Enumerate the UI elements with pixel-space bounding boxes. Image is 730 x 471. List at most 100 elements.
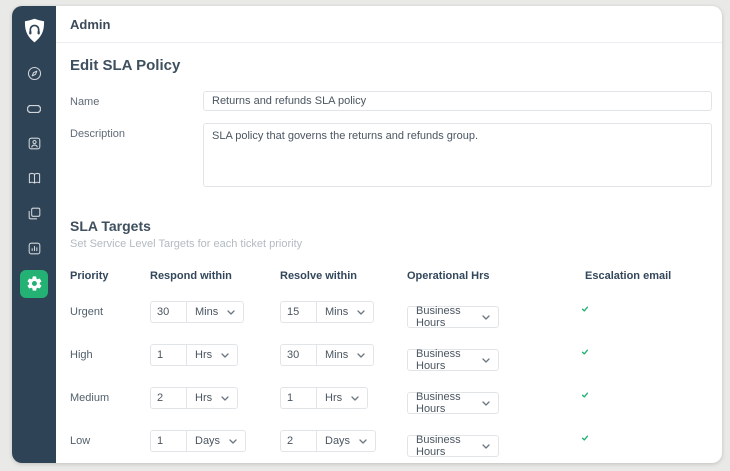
priority-label: Medium [70, 387, 150, 409]
respond-value-input[interactable] [150, 387, 186, 409]
sidebar-item-channels[interactable] [12, 196, 56, 231]
resolve-within-cell: Mins [280, 344, 407, 366]
resolve-unit-select[interactable]: Mins [316, 344, 374, 366]
operational-hours-value: Business Hours [416, 434, 482, 458]
priority-label: Urgent [70, 301, 150, 323]
toggle-knob [579, 303, 591, 315]
respond-unit-value: Mins [195, 306, 218, 318]
column-header-priority: Priority [70, 270, 150, 282]
respond-unit-select[interactable]: Hrs [186, 344, 238, 366]
sidebar-item-solutions[interactable] [12, 161, 56, 196]
sidebar-item-admin[interactable] [12, 266, 56, 301]
operational-hours-cell: Business Hours [407, 430, 585, 457]
respond-unit-select[interactable]: Mins [186, 301, 244, 323]
operational-hours-value: Business Hours [416, 305, 482, 329]
contacts-icon [20, 130, 48, 158]
operational-hours-cell: Business Hours [407, 387, 585, 414]
sla-targets-title: SLA Targets [70, 218, 712, 235]
chevron-down-icon [229, 439, 237, 444]
toggle-knob [579, 346, 591, 358]
respond-unit-value: Days [195, 435, 220, 447]
content-area: Admin Edit SLA Policy Name Description S… [56, 6, 722, 463]
resolve-unit-select[interactable]: Hrs [316, 387, 368, 409]
resolve-unit-select[interactable]: Days [316, 430, 376, 452]
operational-hours-select[interactable]: Business Hours [407, 435, 499, 457]
table-header-row: Priority Respond within Resolve within O… [70, 270, 712, 282]
operational-hours-cell: Business Hours [407, 301, 585, 328]
column-header-resolve: Resolve within [280, 270, 407, 282]
operational-hours-cell: Business Hours [407, 344, 585, 371]
check-icon [581, 305, 589, 313]
resolve-value-input[interactable] [280, 301, 316, 323]
resolve-within-cell: Hrs [280, 387, 407, 409]
toggle-knob [579, 432, 591, 444]
chevron-down-icon [221, 396, 229, 401]
respond-within-cell: Days [150, 430, 280, 452]
sidebar-item-dashboard[interactable] [12, 56, 56, 91]
table-row: Low Days Days [70, 430, 712, 463]
chevron-down-icon [357, 353, 365, 358]
column-header-operational: Operational Hrs [407, 270, 585, 282]
table-row: Urgent Mins Mins [70, 301, 712, 344]
respond-unit-value: Hrs [195, 349, 212, 361]
respond-value-input[interactable] [150, 301, 186, 323]
resolve-unit-select[interactable]: Mins [316, 301, 374, 323]
operational-hours-select[interactable]: Business Hours [407, 349, 499, 371]
respond-unit-select[interactable]: Hrs [186, 387, 238, 409]
chevron-down-icon [359, 439, 367, 444]
resolve-within-cell: Days [280, 430, 407, 452]
freshdesk-logo-icon [20, 16, 48, 44]
app-window: Admin Edit SLA Policy Name Description S… [12, 6, 722, 463]
chevron-down-icon [357, 310, 365, 315]
sidebar [12, 6, 56, 463]
chevron-down-icon [482, 358, 490, 363]
operational-hours-select[interactable]: Business Hours [407, 392, 499, 414]
resolve-value-input[interactable] [280, 344, 316, 366]
page-breadcrumb: Admin [70, 17, 110, 32]
respond-within-cell: Hrs [150, 344, 280, 366]
resolve-unit-value: Hrs [325, 392, 342, 404]
resolve-value-input[interactable] [280, 387, 316, 409]
chevron-down-icon [351, 396, 359, 401]
check-icon [581, 434, 589, 442]
name-input[interactable] [203, 91, 712, 111]
respond-value-input[interactable] [150, 344, 186, 366]
name-form-row: Name [70, 91, 712, 111]
chevron-down-icon [482, 401, 490, 406]
table-row: Medium Hrs Hrs [70, 387, 712, 430]
bar-chart-icon [20, 235, 48, 263]
operational-hours-value: Business Hours [416, 391, 482, 415]
column-header-respond: Respond within [150, 270, 280, 282]
escalation-email-cell [585, 344, 712, 362]
table-row: High Hrs Mins [70, 344, 712, 387]
resolve-within-cell: Mins [280, 301, 407, 323]
respond-within-cell: Hrs [150, 387, 280, 409]
description-form-row: Description SLA policy that governs the … [70, 123, 712, 192]
respond-unit-select[interactable]: Days [186, 430, 246, 452]
respond-value-input[interactable] [150, 430, 186, 452]
operational-hours-select[interactable]: Business Hours [407, 306, 499, 328]
compass-icon [20, 60, 48, 88]
operational-hours-value: Business Hours [416, 348, 482, 372]
main-panel: Edit SLA Policy Name Description SLA pol… [56, 43, 722, 463]
escalation-email-cell [585, 430, 712, 448]
priority-label: Low [70, 430, 150, 452]
respond-unit-value: Hrs [195, 392, 212, 404]
sla-targets-subtitle: Set Service Level Targets for each ticke… [70, 238, 712, 250]
priority-label: High [70, 344, 150, 366]
sidebar-item-tickets[interactable] [12, 91, 56, 126]
check-icon [581, 348, 589, 356]
chevron-down-icon [221, 353, 229, 358]
page-title: Edit SLA Policy [70, 57, 712, 75]
escalation-email-cell [585, 301, 712, 319]
sla-targets-section: SLA Targets Set Service Level Targets fo… [70, 218, 712, 463]
top-header: Admin [56, 6, 722, 43]
description-input[interactable]: SLA policy that governs the returns and … [203, 123, 712, 187]
column-header-escalation: Escalation email [585, 270, 712, 282]
resolve-value-input[interactable] [280, 430, 316, 452]
book-icon [20, 165, 48, 193]
sidebar-item-contacts[interactable] [12, 126, 56, 161]
chevron-down-icon [482, 444, 490, 449]
sidebar-item-analytics[interactable] [12, 231, 56, 266]
toggle-knob [579, 389, 591, 401]
